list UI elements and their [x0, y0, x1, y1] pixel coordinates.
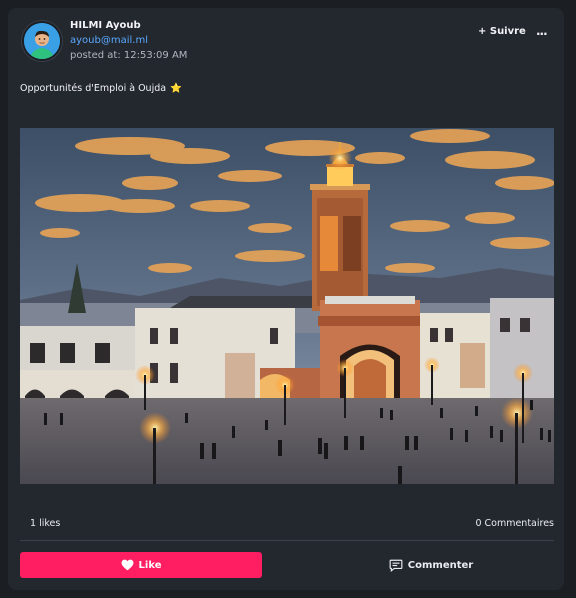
actions-divider	[20, 540, 554, 541]
more-options-button[interactable]: ...	[536, 24, 548, 38]
like-button[interactable]: Like	[20, 552, 262, 578]
like-button-label: Like	[138, 559, 162, 571]
avatar-icon	[24, 23, 60, 59]
follow-button[interactable]: + Suivre	[478, 26, 526, 37]
post-timestamp: posted at: 12:53:09 AM	[70, 50, 188, 61]
star-emoji-icon: ⭐	[170, 83, 182, 94]
post-caption: Opportunités d'Emploi à Oujda ⭐	[20, 83, 182, 94]
comments-count[interactable]: 0 Commentaires	[475, 518, 554, 529]
post-caption-text: Opportunités d'Emploi à Oujda	[20, 83, 167, 94]
post-image[interactable]	[20, 128, 554, 484]
heart-icon	[121, 559, 133, 571]
post-card: HILMI Ayoub ayoub@mail.ml posted at: 12:…	[8, 8, 564, 590]
author-block: HILMI Ayoub ayoub@mail.ml posted at: 12:…	[70, 19, 187, 63]
comment-icon	[389, 559, 403, 572]
avatar[interactable]	[22, 21, 62, 61]
comment-button-label: Commenter	[407, 559, 474, 571]
author-name[interactable]: HILMI Ayoub	[70, 19, 187, 33]
comment-button[interactable]: Commenter	[308, 552, 554, 578]
author-email[interactable]: ayoub@mail.ml	[70, 34, 187, 48]
likes-count[interactable]: 1 likes	[30, 518, 60, 529]
mosque-photo-icon	[20, 128, 554, 484]
